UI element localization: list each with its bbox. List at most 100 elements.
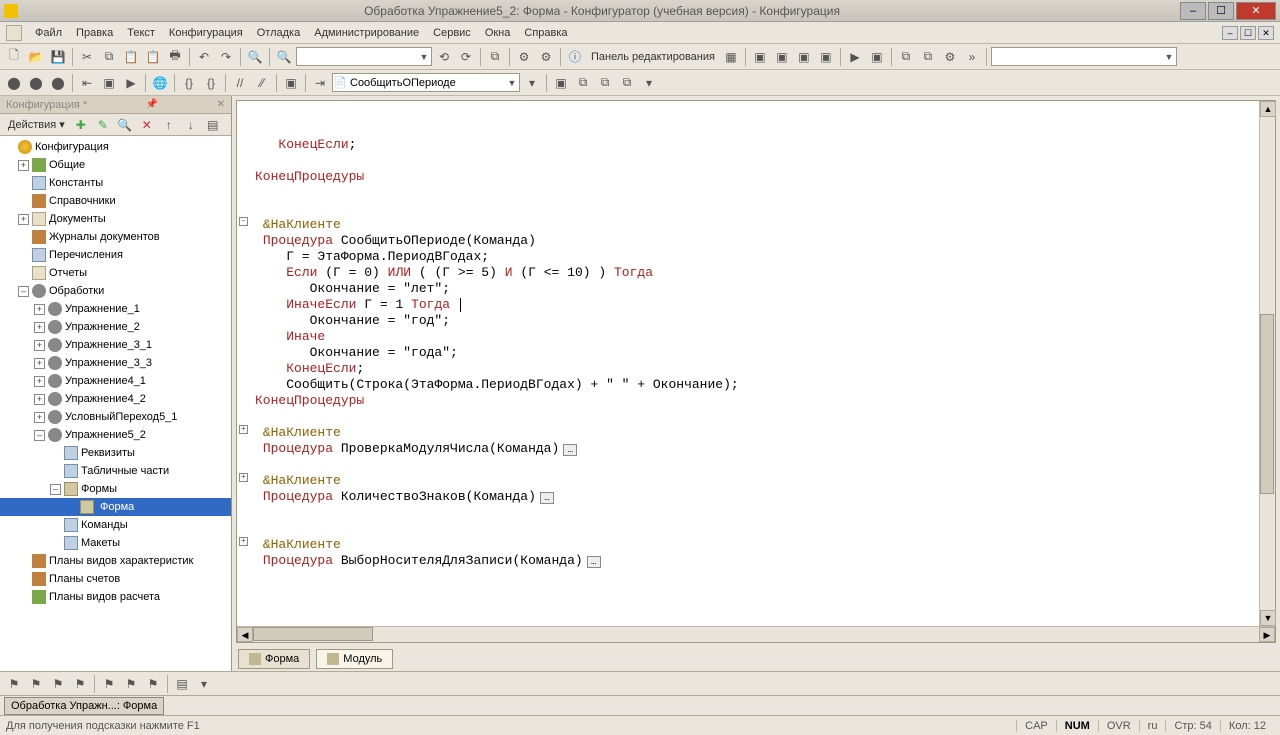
menu-help[interactable]: Справка: [517, 24, 574, 42]
tree-ex8[interactable]: –Упражнение5_2: [0, 426, 231, 444]
tool-icon2[interactable]: ⚙: [536, 47, 556, 67]
chevron-down-icon[interactable]: ▼: [417, 52, 431, 62]
rj1-icon[interactable]: ⇤: [77, 73, 97, 93]
db4-icon[interactable]: ▣: [816, 47, 836, 67]
undo-icon[interactable]: ↶: [194, 47, 214, 67]
goto-icon[interactable]: ⇥: [310, 73, 330, 93]
tree-processing[interactable]: –Обработки: [0, 282, 231, 300]
menu-service[interactable]: Сервис: [426, 24, 478, 42]
expand-icon[interactable]: …: [587, 556, 601, 568]
scroll-thumb[interactable]: [1260, 314, 1274, 494]
tree-ex5[interactable]: +Упражнение4_1: [0, 372, 231, 390]
brace-icon[interactable]: {}: [179, 73, 199, 93]
tree-enums[interactable]: Перечисления: [0, 246, 231, 264]
dropdown2-input[interactable]: [992, 51, 1162, 63]
procedure-input[interactable]: [347, 77, 505, 89]
mdi-close[interactable]: ✕: [1258, 26, 1274, 40]
rj3-icon[interactable]: ▶: [121, 73, 141, 93]
tree-journals[interactable]: Журналы документов: [0, 228, 231, 246]
bm9-icon[interactable]: ▾: [194, 674, 214, 694]
bk1-icon[interactable]: ⬤: [4, 73, 24, 93]
search-input[interactable]: [297, 51, 417, 63]
expand-icon[interactable]: …: [540, 492, 554, 504]
fold-icon[interactable]: +: [239, 473, 248, 482]
rj2-icon[interactable]: ▣: [99, 73, 119, 93]
vertical-scrollbar[interactable]: ▲ ▼: [1259, 101, 1275, 626]
bm4-icon[interactable]: ⚑: [70, 674, 90, 694]
scroll-up-icon[interactable]: ▲: [1260, 101, 1276, 117]
tree-tabsec[interactable]: Табличные части: [0, 462, 231, 480]
tx3-icon[interactable]: ⧉: [595, 73, 615, 93]
tx2-icon[interactable]: ⧉: [573, 73, 593, 93]
expand-icon[interactable]: …: [563, 444, 577, 456]
actions-menu[interactable]: Действия ▾: [4, 116, 69, 133]
bk3-icon[interactable]: ⬤: [48, 73, 68, 93]
code-editor[interactable]: – + + + КонецЕсли; КонецПроцедуры &НаКли…: [237, 101, 1275, 626]
help-icon[interactable]: ⓘ: [565, 47, 585, 67]
lp-find-icon[interactable]: 🔍: [115, 115, 135, 135]
menu-icon[interactable]: [6, 25, 22, 41]
panel-pin-icon[interactable]: 📌: [146, 99, 158, 110]
bm8-icon[interactable]: ▤: [172, 674, 192, 694]
db6-icon[interactable]: ▣: [867, 47, 887, 67]
lp-sort-icon[interactable]: ▤: [203, 115, 223, 135]
panel-close-icon[interactable]: ✕: [217, 99, 225, 110]
db5-icon[interactable]: ▶: [845, 47, 865, 67]
tab-form[interactable]: Форма: [238, 649, 310, 669]
block-icon[interactable]: ▣: [281, 73, 301, 93]
menu-debug[interactable]: Отладка: [250, 24, 307, 42]
scroll-right-icon[interactable]: ▶: [1259, 627, 1275, 642]
lp-up-icon[interactable]: ↑: [159, 115, 179, 135]
fold-icon[interactable]: –: [239, 217, 248, 226]
new-icon[interactable]: 🗋: [4, 47, 24, 67]
db9-icon[interactable]: ⚙: [940, 47, 960, 67]
db1-icon[interactable]: ▣: [750, 47, 770, 67]
menu-edit[interactable]: Правка: [69, 24, 120, 42]
mdi-restore[interactable]: ☐: [1240, 26, 1256, 40]
uncomment-icon[interactable]: ⁄⁄: [252, 73, 272, 93]
tree-ex6[interactable]: +Упражнение4_2: [0, 390, 231, 408]
lp-edit-icon[interactable]: ✎: [93, 115, 113, 135]
tree-ex2[interactable]: +Упражнение_2: [0, 318, 231, 336]
window-tab-1[interactable]: Обработка Упражн...: Форма: [4, 697, 164, 715]
print-icon[interactable]: 🖶: [165, 47, 185, 67]
copy-icon2[interactable]: ⧉: [485, 47, 505, 67]
menu-windows[interactable]: Окна: [478, 24, 518, 42]
tree-ex1[interactable]: +Упражнение_1: [0, 300, 231, 318]
chevron-down-icon[interactable]: ▼: [505, 78, 519, 88]
maximize-button[interactable]: ☐: [1208, 2, 1234, 20]
nav-fwd-icon[interactable]: ⟳: [456, 47, 476, 67]
bm3-icon[interactable]: ⚑: [48, 674, 68, 694]
menu-text[interactable]: Текст: [120, 24, 162, 42]
brace2-icon[interactable]: {}: [201, 73, 221, 93]
nav-back-icon[interactable]: ⟲: [434, 47, 454, 67]
redo-icon[interactable]: ↷: [216, 47, 236, 67]
copy-icon[interactable]: ⧉: [99, 47, 119, 67]
lp-del-icon[interactable]: ✕: [137, 115, 157, 135]
tab-module[interactable]: Модуль: [316, 649, 393, 669]
paste-icon[interactable]: 📋: [121, 47, 141, 67]
tree-templates[interactable]: Макеты: [0, 534, 231, 552]
tx4-icon[interactable]: ⧉: [617, 73, 637, 93]
tree-props[interactable]: Реквизиты: [0, 444, 231, 462]
globe-icon[interactable]: 🌐: [150, 73, 170, 93]
minimize-button[interactable]: –: [1180, 2, 1206, 20]
dropdown2[interactable]: ▼: [991, 47, 1177, 66]
tree-ex7[interactable]: +УсловныйПереход5_1: [0, 408, 231, 426]
scroll-left-icon[interactable]: ◀: [237, 627, 253, 642]
config-tree[interactable]: Конфигурация +Общие Константы Справочник…: [0, 136, 231, 671]
lp-add-icon[interactable]: ✚: [71, 115, 91, 135]
menu-config[interactable]: Конфигурация: [162, 24, 250, 42]
db7-icon[interactable]: ⧉: [896, 47, 916, 67]
lp-down-icon[interactable]: ↓: [181, 115, 201, 135]
db8-icon[interactable]: ⧉: [918, 47, 938, 67]
ep1-icon[interactable]: ▦: [721, 47, 741, 67]
scroll-thumb[interactable]: [253, 627, 373, 641]
tree-common[interactable]: +Общие: [0, 156, 231, 174]
tx5-icon[interactable]: ▾: [639, 73, 659, 93]
cut-icon[interactable]: ✂: [77, 47, 97, 67]
tree-root[interactable]: Конфигурация: [0, 138, 231, 156]
tree-calc[interactable]: Планы видов расчета: [0, 588, 231, 606]
menu-file[interactable]: Файл: [28, 24, 69, 42]
bm2-icon[interactable]: ⚑: [26, 674, 46, 694]
